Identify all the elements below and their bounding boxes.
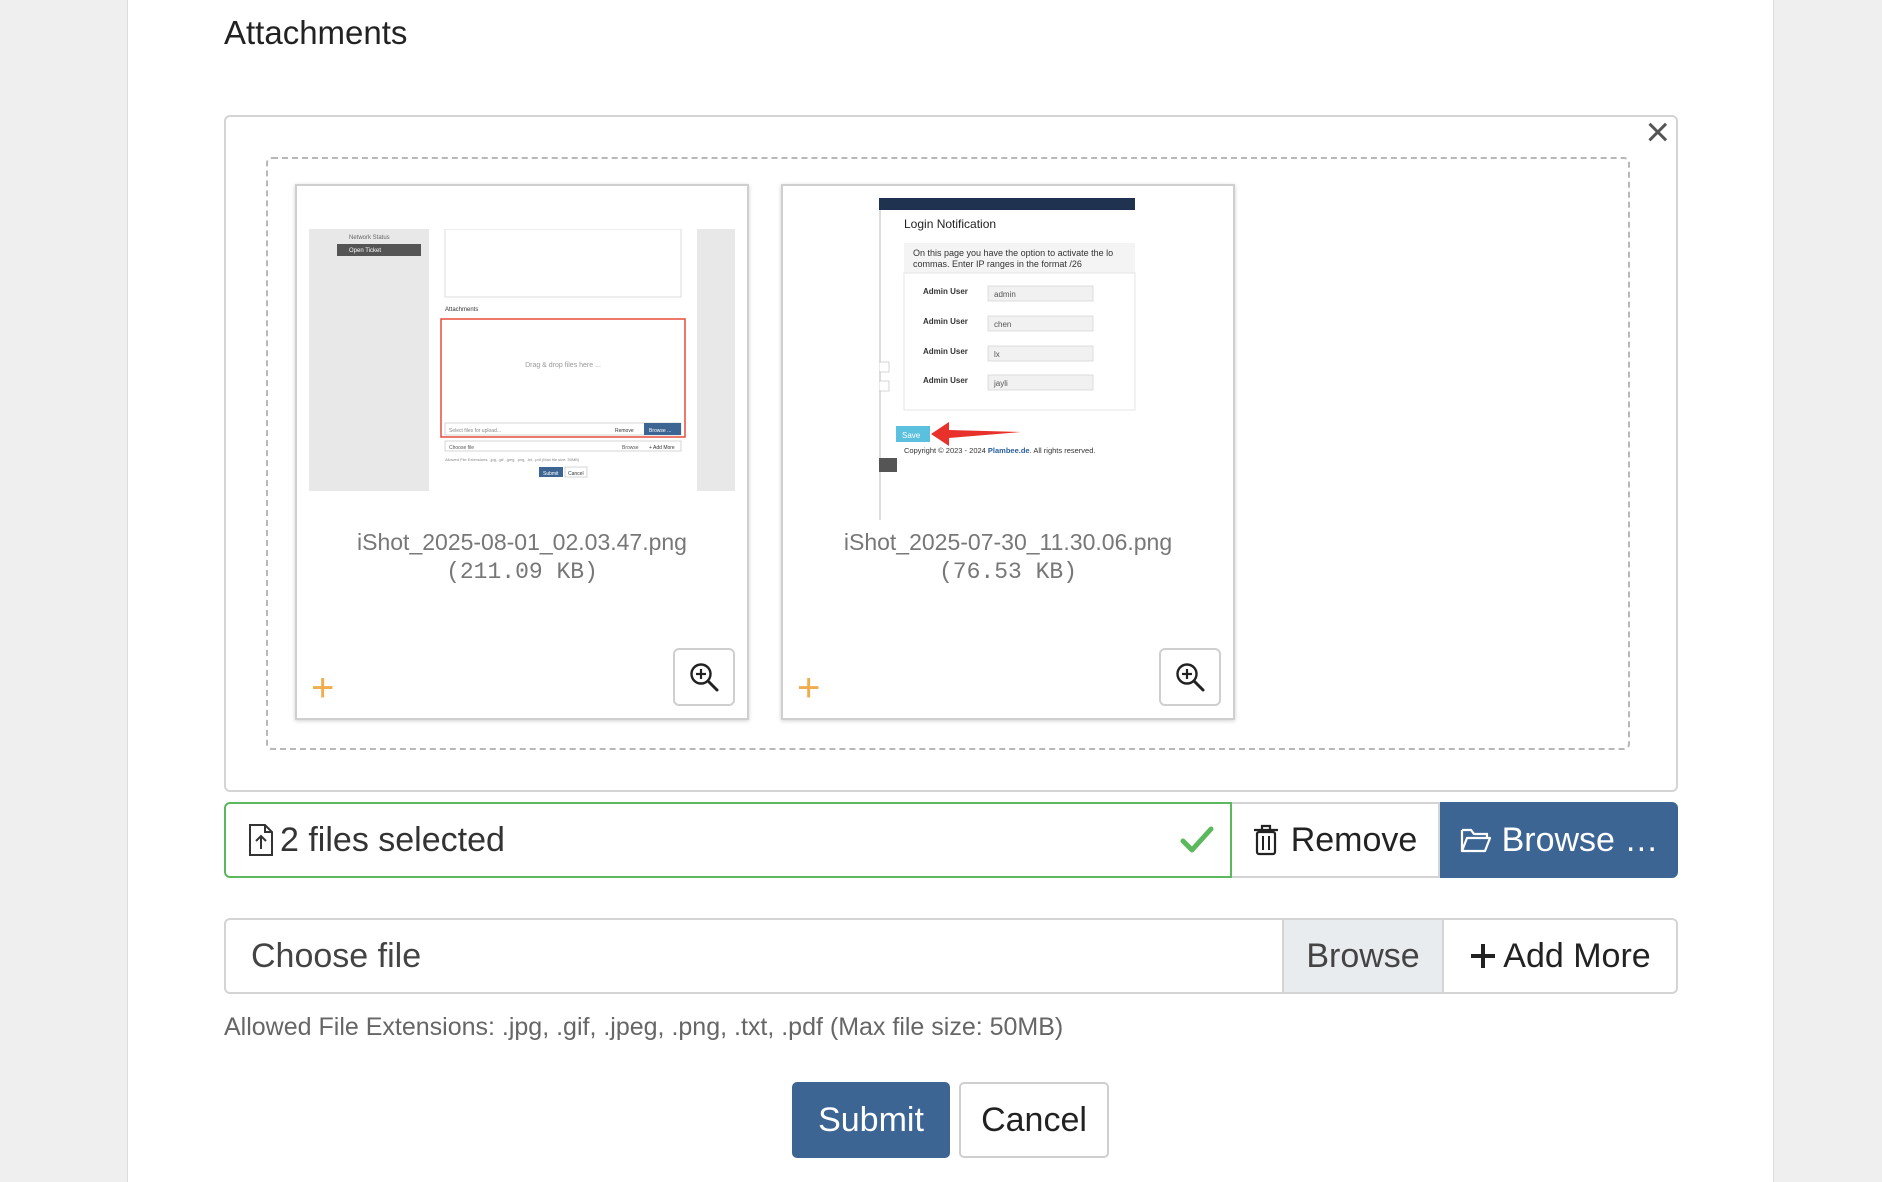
choose-browse-button[interactable]: Browse xyxy=(1282,918,1444,994)
mini-browse: Browse ... xyxy=(649,428,671,434)
file-preview-thumbnail: Login Notification On this page you have… xyxy=(781,184,1235,720)
mini-help: Allowed File Extensions: .jpg, .gif, .jp… xyxy=(445,457,580,462)
file-upload-icon xyxy=(248,823,274,857)
mini-desc: commas. Enter IP ranges in the format /2… xyxy=(913,259,1082,269)
add-more-label: Add More xyxy=(1503,936,1651,975)
mini-row-value: lx xyxy=(994,350,1000,359)
mini-sidebar-item: Open Ticket xyxy=(349,248,381,254)
file-caption[interactable]: 2 files selected xyxy=(224,802,1232,878)
plus-icon xyxy=(1469,942,1497,970)
mini-submit: Submit xyxy=(543,471,559,477)
zoom-in-icon xyxy=(690,663,719,692)
mini-row-label: Admin User xyxy=(923,347,968,356)
mini-title: Login Notification xyxy=(904,217,996,231)
submit-button[interactable]: Submit xyxy=(792,1082,950,1158)
mini-remove: Remove xyxy=(615,428,634,434)
preview-image: Login Notification On this page you have… xyxy=(879,198,1137,520)
mini-sidebar-item: Network Status xyxy=(349,235,390,241)
file-size: (211.09 KB) xyxy=(446,559,598,585)
file-preview-thumbnail: Network Status Open Ticket Attachments D… xyxy=(295,184,749,720)
mini-caption: Select files for upload... xyxy=(449,428,501,434)
remove-label: Remove xyxy=(1290,820,1418,859)
add-more-button[interactable]: Add More xyxy=(1442,918,1678,994)
zoom-button[interactable] xyxy=(1159,648,1221,706)
zoom-in-icon xyxy=(1176,663,1205,692)
mini-row-value: chen xyxy=(994,320,1011,329)
mini-drop-text: Drag & drop files here ... xyxy=(525,362,601,369)
close-icon[interactable]: × xyxy=(1645,111,1670,153)
folder-open-icon xyxy=(1460,826,1492,854)
file-name: iShot_2025-08-01_02.03.47.png xyxy=(357,529,687,555)
caption-text: 2 files selected xyxy=(280,820,505,859)
check-icon xyxy=(1180,826,1214,854)
browse-button[interactable]: Browse … xyxy=(1440,802,1678,878)
mini-save: Save xyxy=(902,431,921,440)
drag-handle-icon[interactable]: + xyxy=(797,668,820,708)
trash-icon xyxy=(1253,824,1279,856)
browse-label: Browse … xyxy=(1501,820,1659,859)
choose-file-input[interactable]: Choose file xyxy=(224,918,1284,994)
zoom-button[interactable] xyxy=(673,648,735,706)
section-title: Attachments xyxy=(224,14,408,51)
mini-section-label: Attachments xyxy=(445,307,478,313)
choose-file-row: Choose file Browse Add More xyxy=(224,918,1678,994)
file-size: (76.53 KB) xyxy=(938,559,1078,585)
file-name: iShot_2025-07-30_11.30.06.png xyxy=(843,529,1173,555)
mini-row-value: admin xyxy=(994,290,1016,299)
mini-copyright: Copyright © 2023 - 2024 Plambee.de. All … xyxy=(904,446,1095,455)
drag-handle-icon[interactable]: + xyxy=(311,668,334,708)
cancel-button[interactable]: Cancel xyxy=(959,1082,1109,1158)
mini-desc: On this page you have the option to acti… xyxy=(913,248,1113,258)
file-caption-row: 2 files selected Remove Browse … xyxy=(224,802,1678,878)
preview-image: Network Status Open Ticket Attachments D… xyxy=(309,229,735,491)
remove-button[interactable]: Remove xyxy=(1232,802,1440,878)
mini-row-label: Admin User xyxy=(923,287,968,296)
mini-choose: Choose file xyxy=(449,445,474,451)
mini-choose-browse: Browse xyxy=(622,445,639,451)
mini-add-more: + Add More xyxy=(649,445,675,451)
mini-row-label: Admin User xyxy=(923,376,968,385)
mini-row-label: Admin User xyxy=(923,317,968,326)
mini-row-value: jayli xyxy=(993,379,1008,388)
allowed-extensions-text: Allowed File Extensions: .jpg, .gif, .jp… xyxy=(224,1013,1064,1041)
mini-cancel: Cancel xyxy=(568,471,584,477)
